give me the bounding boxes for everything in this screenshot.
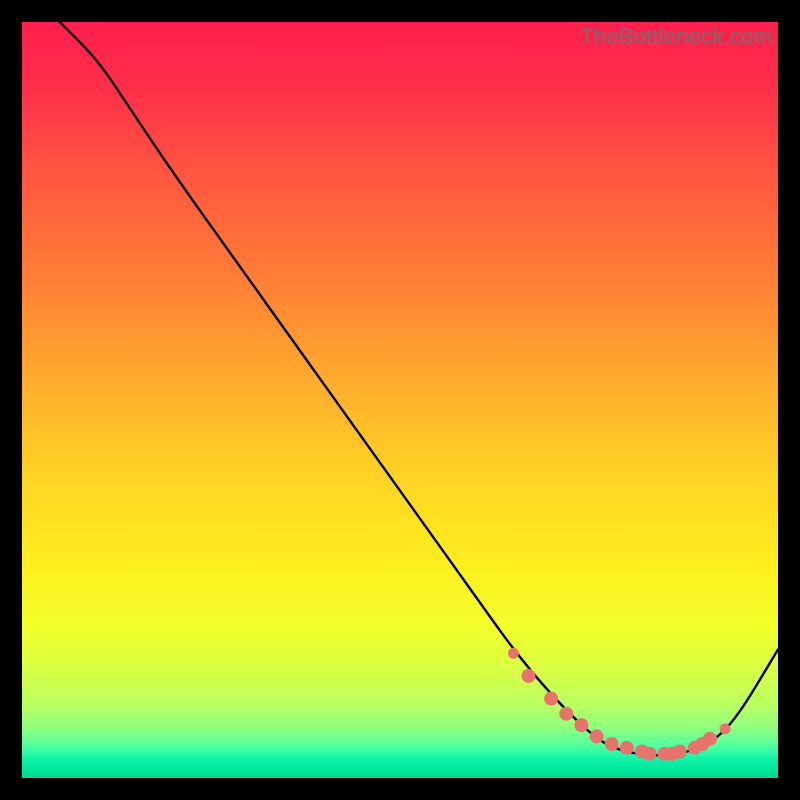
highlight-dot — [559, 707, 573, 721]
highlight-dot — [673, 745, 687, 759]
highlight-dot — [508, 648, 519, 659]
bottleneck-chart — [22, 22, 778, 778]
highlight-dot — [720, 723, 731, 734]
gradient-bg — [22, 22, 778, 778]
highlight-dot — [522, 669, 536, 683]
watermark-text: TheBottleneck.com — [580, 24, 772, 50]
highlight-dot — [620, 741, 634, 755]
highlight-dot — [590, 729, 604, 743]
chart-frame: TheBottleneck.com — [22, 22, 778, 778]
highlight-dot — [605, 737, 619, 751]
highlight-dot — [703, 732, 717, 746]
highlight-dot — [544, 692, 558, 706]
highlight-dot — [574, 718, 588, 732]
highlight-dot — [643, 747, 657, 761]
